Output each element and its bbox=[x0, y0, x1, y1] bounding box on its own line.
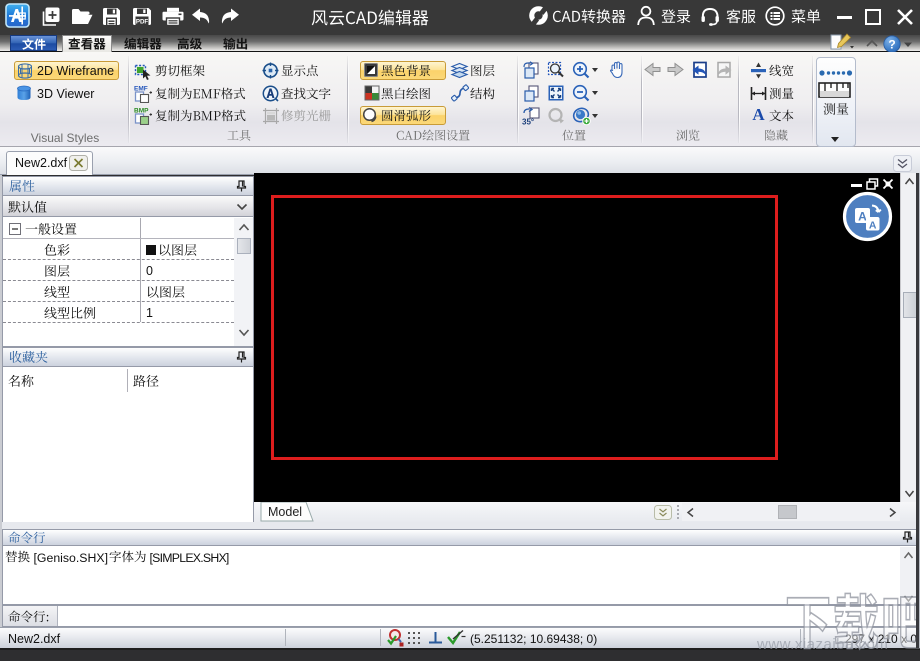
svg-text:35°: 35° bbox=[522, 118, 534, 127]
svg-text:A: A bbox=[858, 210, 867, 224]
svg-text:A: A bbox=[869, 220, 877, 232]
svg-text:?: ? bbox=[888, 37, 895, 51]
svg-text:PDF: PDF bbox=[136, 19, 149, 26]
